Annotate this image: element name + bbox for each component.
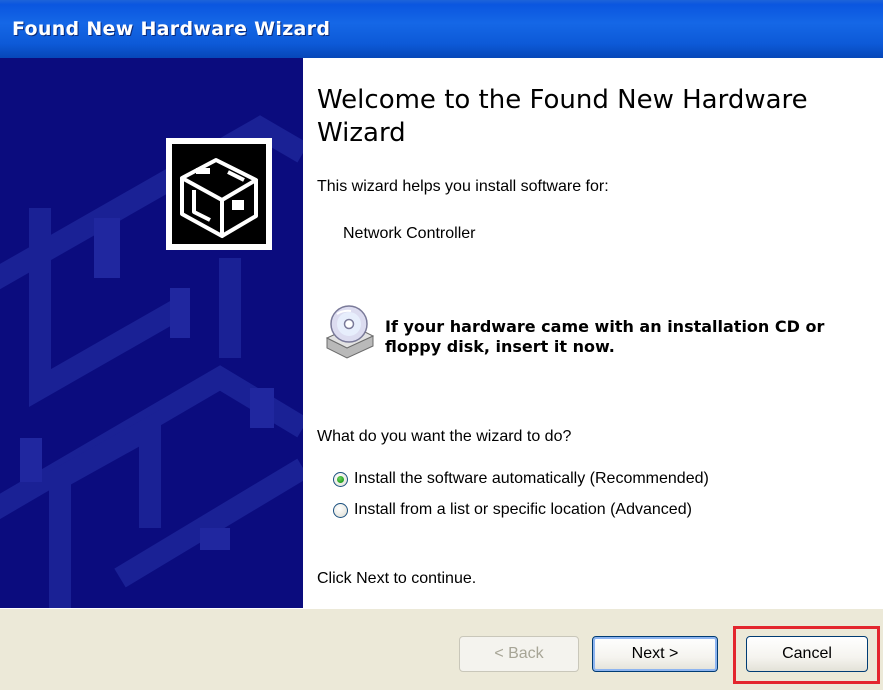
radio-install-from-list[interactable] — [333, 502, 348, 518]
title-bar[interactable]: Found New Hardware Wizard — [0, 0, 883, 58]
next-button[interactable]: Next > — [592, 636, 718, 672]
wizard-heading: Welcome to the Found New Hardware Wizard — [317, 85, 808, 148]
continue-hint: Click Next to continue. — [317, 570, 477, 587]
cd-drive-icon — [321, 302, 379, 360]
option-label: Install the software automatically (Reco… — [354, 470, 709, 487]
device-name: Network Controller — [343, 225, 476, 242]
option-install-from-list[interactable]: Install from a list or specific location… — [333, 501, 692, 519]
intro-text: This wizard helps you install software f… — [317, 178, 609, 195]
hardware-wizard-icon — [166, 138, 272, 250]
cancel-button[interactable]: Cancel — [746, 636, 868, 672]
radio-install-automatically[interactable] — [333, 471, 348, 487]
back-button[interactable]: < Back — [459, 636, 579, 672]
question-text: What do you want the wizard to do? — [317, 428, 572, 445]
wizard-sidebar — [0, 58, 303, 608]
wizard-content: Welcome to the Found New Hardware Wizard… — [303, 58, 883, 608]
cd-prompt: If your hardware came with an installati… — [385, 317, 825, 356]
window-title: Found New Hardware Wizard — [12, 18, 331, 40]
option-label: Install from a list or specific location… — [354, 501, 692, 518]
wizard-footer: < Back Next > Cancel — [0, 608, 883, 690]
wizard-window: Found New Hardware Wizard Welcome to the… — [0, 0, 883, 690]
option-install-automatically[interactable]: Install the software automatically (Reco… — [333, 470, 709, 488]
